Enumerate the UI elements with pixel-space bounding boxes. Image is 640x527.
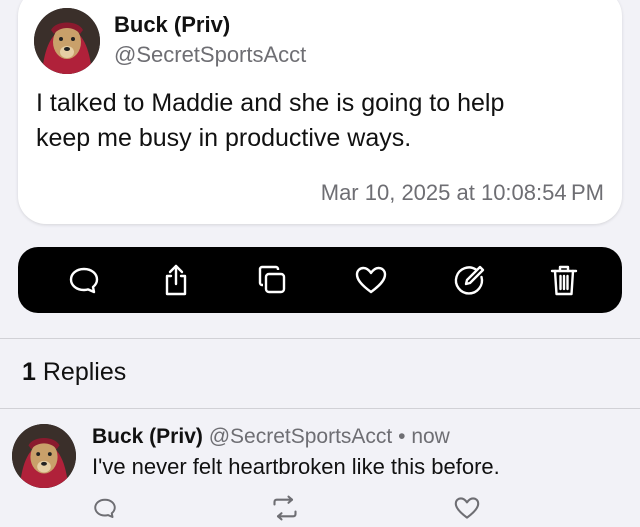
post-text-line: I talked to Maddie and she is going to h… (36, 89, 505, 117)
post-timestamp: Mar 10, 2025 at 10:08:54 PM (320, 180, 604, 205)
delete-button[interactable] (544, 260, 584, 300)
avatar[interactable] (34, 8, 100, 74)
replies-label: Replies (42, 358, 127, 386)
meta-separator: • (398, 425, 406, 448)
reply-avatar[interactable] (12, 424, 76, 488)
post-text-line: keep me busy in productive ways. (36, 124, 412, 152)
edit-button[interactable] (449, 260, 489, 300)
heart-icon (355, 266, 387, 294)
trash-icon (550, 265, 578, 296)
reply-text: I've never felt heartbroken like this be… (92, 454, 500, 479)
reply-button[interactable] (64, 260, 104, 300)
replies-count-header: 1 Replies (22, 358, 126, 387)
reply-icon (69, 267, 99, 294)
share-button[interactable] (156, 260, 196, 300)
copy-icon (258, 265, 286, 294)
reply-icon (94, 498, 116, 518)
heart-icon (454, 497, 480, 519)
section-divider (0, 408, 640, 409)
author-name[interactable]: Buck (Priv) (114, 12, 230, 38)
reply-time: now (411, 425, 450, 448)
reply-author-handle[interactable]: @SecretSportsAcct (209, 425, 393, 448)
reply-author-name[interactable]: Buck (Priv) (92, 425, 203, 448)
author-handle[interactable]: @SecretSportsAcct (114, 42, 306, 68)
section-divider (0, 338, 640, 339)
reply-reply-button[interactable] (90, 494, 120, 522)
post-text: I talked to Maddie and she is going to h… (36, 86, 504, 156)
reply-header: Buck (Priv) @SecretSportsAcct • now (92, 425, 450, 449)
reply-like-button[interactable] (452, 494, 482, 522)
copy-button[interactable] (252, 260, 292, 300)
post-card: Buck (Priv) @SecretSportsAcct I talked t… (18, 0, 622, 224)
like-button[interactable] (351, 260, 391, 300)
reply-repost-button[interactable] (270, 494, 300, 522)
post-action-toolbar (18, 247, 622, 313)
edit-icon (454, 265, 485, 295)
share-icon (165, 264, 187, 296)
repost-icon (273, 495, 297, 521)
replies-count: 1 (22, 358, 36, 386)
